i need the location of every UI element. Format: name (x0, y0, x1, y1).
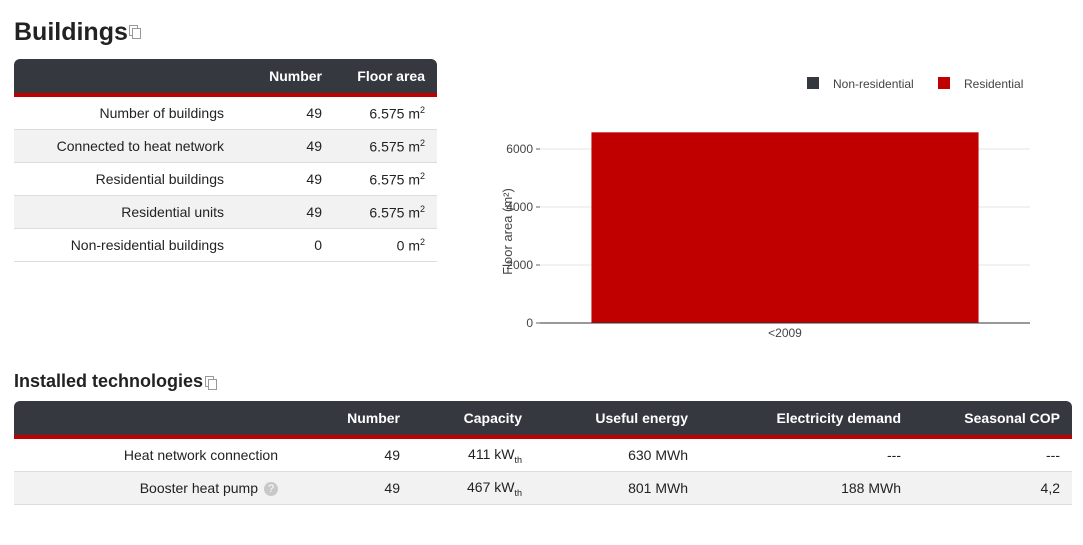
row-seasonal-cop: --- (913, 437, 1072, 472)
bar-residential[interactable] (591, 132, 979, 323)
row-number: 49 (290, 471, 412, 505)
buildings-header-label (14, 59, 236, 97)
row-label: Non-residential buildings (14, 228, 236, 262)
buildings-table: Number Floor area Number of buildings 49… (14, 59, 437, 262)
legend-label-non-residential[interactable]: Non-residential (833, 77, 914, 91)
table-row: Booster heat pump? 49 467 kWth 801 MWh 1… (14, 471, 1072, 505)
table-row: Number of buildings 49 6.575 m2 (14, 95, 437, 130)
table-row: Non-residential buildings 0 0 m2 (14, 228, 437, 262)
row-electricity-demand: 188 MWh (700, 471, 913, 505)
row-label: Number of buildings (14, 95, 236, 130)
technologies-table: Number Capacity Useful energy Electricit… (14, 401, 1072, 505)
y-axis-label: Floor area (m²) (500, 188, 515, 275)
row-floor-area: 6.575 m2 (334, 195, 437, 229)
table-row: Heat network connection 49 411 kWth 630 … (14, 437, 1072, 472)
row-floor-area: 0 m2 (334, 228, 437, 262)
table-row: Connected to heat network 49 6.575 m2 (14, 129, 437, 163)
tech-header-useful-energy: Useful energy (534, 401, 700, 439)
table-row: Residential buildings 49 6.575 m2 (14, 162, 437, 196)
row-label: Connected to heat network (14, 129, 236, 163)
row-electricity-demand: --- (700, 437, 913, 472)
row-useful-energy: 801 MWh (534, 471, 700, 505)
tech-header-capacity: Capacity (412, 401, 534, 439)
table-row: Residential units 49 6.575 m2 (14, 195, 437, 229)
tech-header-electricity-demand: Electricity demand (700, 401, 913, 439)
copy-icon[interactable] (205, 376, 217, 390)
row-label: Heat network connection (14, 437, 290, 472)
row-number: 0 (236, 228, 334, 262)
row-floor-area: 6.575 m2 (334, 162, 437, 196)
question-icon[interactable]: ? (264, 482, 278, 497)
row-number: 49 (236, 129, 334, 163)
row-label: Residential buildings (14, 162, 236, 196)
tech-header-number: Number (290, 401, 412, 439)
tech-header-label (14, 401, 290, 439)
row-number: 49 (236, 95, 334, 130)
row-seasonal-cop: 4,2 (913, 471, 1072, 505)
row-capacity: 411 kWth (412, 437, 534, 472)
page-title: Buildings (14, 18, 128, 46)
row-useful-energy: 630 MWh (534, 437, 700, 472)
section-title-technologies: Installed technologies (14, 371, 204, 391)
buildings-header-number: Number (236, 59, 334, 97)
y-tick-label: 0 (526, 316, 533, 330)
row-capacity: 467 kWth (412, 471, 534, 505)
row-number: 49 (236, 162, 334, 196)
legend-swatch-non-residential[interactable] (807, 77, 819, 89)
chart-legend: Non-residential Residential (807, 77, 1023, 91)
copy-icon[interactable] (129, 25, 141, 39)
row-floor-area: 6.575 m2 (334, 129, 437, 163)
tech-header-seasonal-cop: Seasonal COP (913, 401, 1072, 439)
legend-swatch-residential[interactable] (938, 77, 950, 89)
buildings-header-floor-area: Floor area (334, 59, 437, 97)
y-tick-label: 6000 (506, 142, 533, 156)
row-number: 49 (290, 437, 412, 472)
row-label: Booster heat pump? (14, 471, 290, 505)
floor-area-chart: Non-residential Residential 020004000600… (500, 77, 1030, 340)
row-number: 49 (236, 195, 334, 229)
row-label: Residential units (14, 195, 236, 229)
row-floor-area: 6.575 m2 (334, 95, 437, 130)
x-tick-label: <2009 (768, 326, 802, 340)
legend-label-residential[interactable]: Residential (964, 77, 1023, 91)
chart-bars (591, 132, 979, 323)
